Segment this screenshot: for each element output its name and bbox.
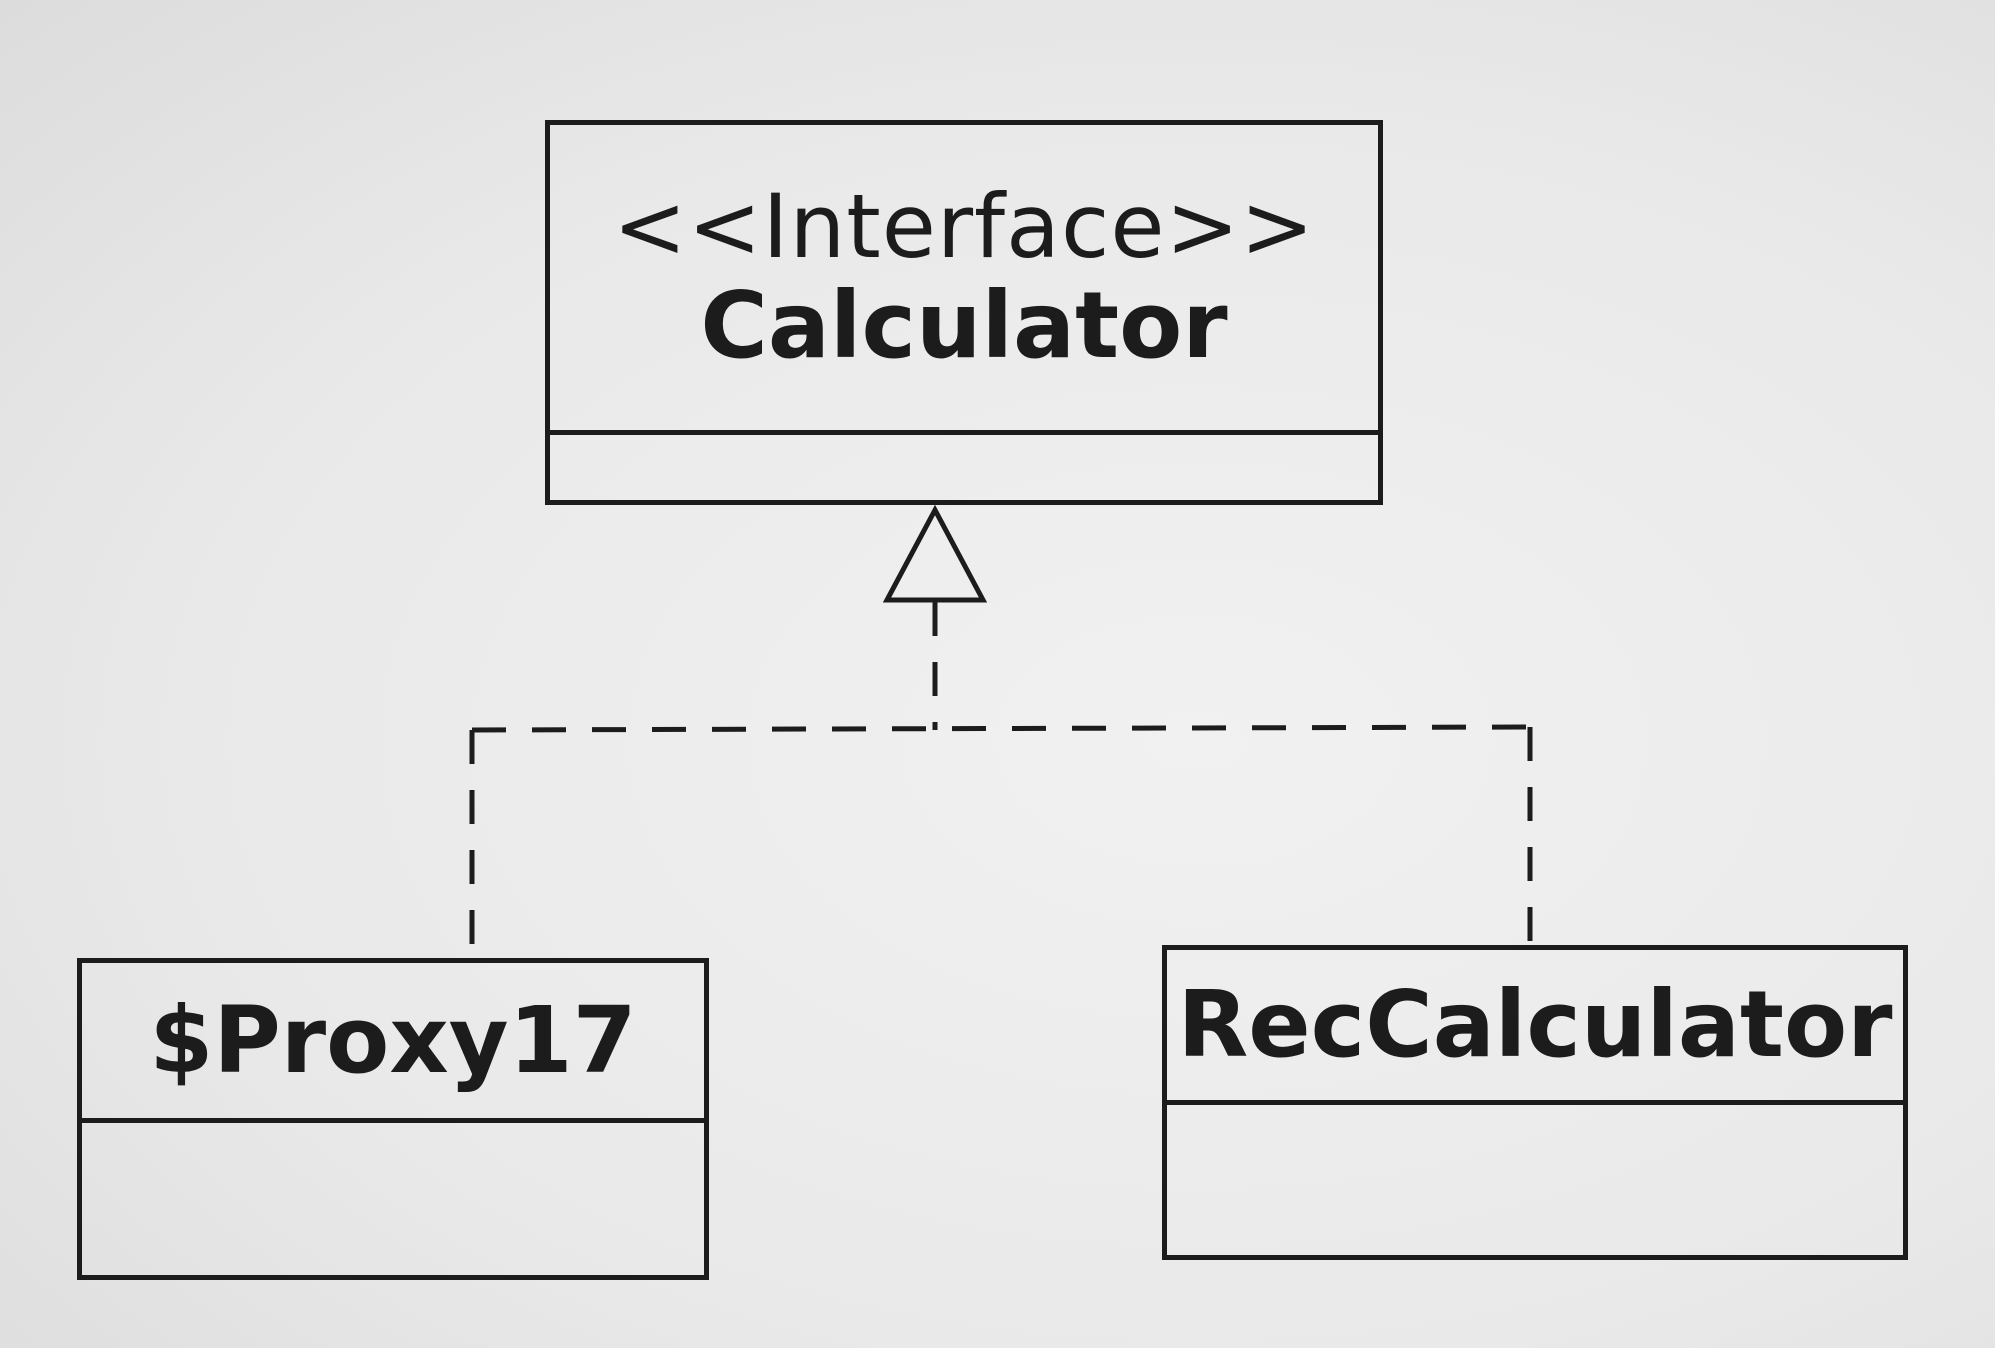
calculator-body xyxy=(550,435,1378,500)
reccalculator-class-name: RecCalculator xyxy=(1177,971,1893,1079)
proxy17-class-box: $Proxy17 xyxy=(77,958,709,1280)
calculator-header: <<Interface>> Calculator xyxy=(550,125,1378,435)
calculator-interface-box: <<Interface>> Calculator xyxy=(545,120,1383,505)
reccalculator-header: RecCalculator xyxy=(1167,950,1903,1105)
interface-stereotype: <<Interface>> xyxy=(613,174,1315,278)
proxy17-body xyxy=(82,1123,704,1275)
reccalculator-body xyxy=(1167,1105,1903,1255)
calculator-class-name: Calculator xyxy=(700,272,1228,380)
reccalculator-class-box: RecCalculator xyxy=(1162,945,1908,1260)
proxy17-class-name: $Proxy17 xyxy=(149,986,637,1094)
proxy17-header: $Proxy17 xyxy=(82,963,704,1123)
